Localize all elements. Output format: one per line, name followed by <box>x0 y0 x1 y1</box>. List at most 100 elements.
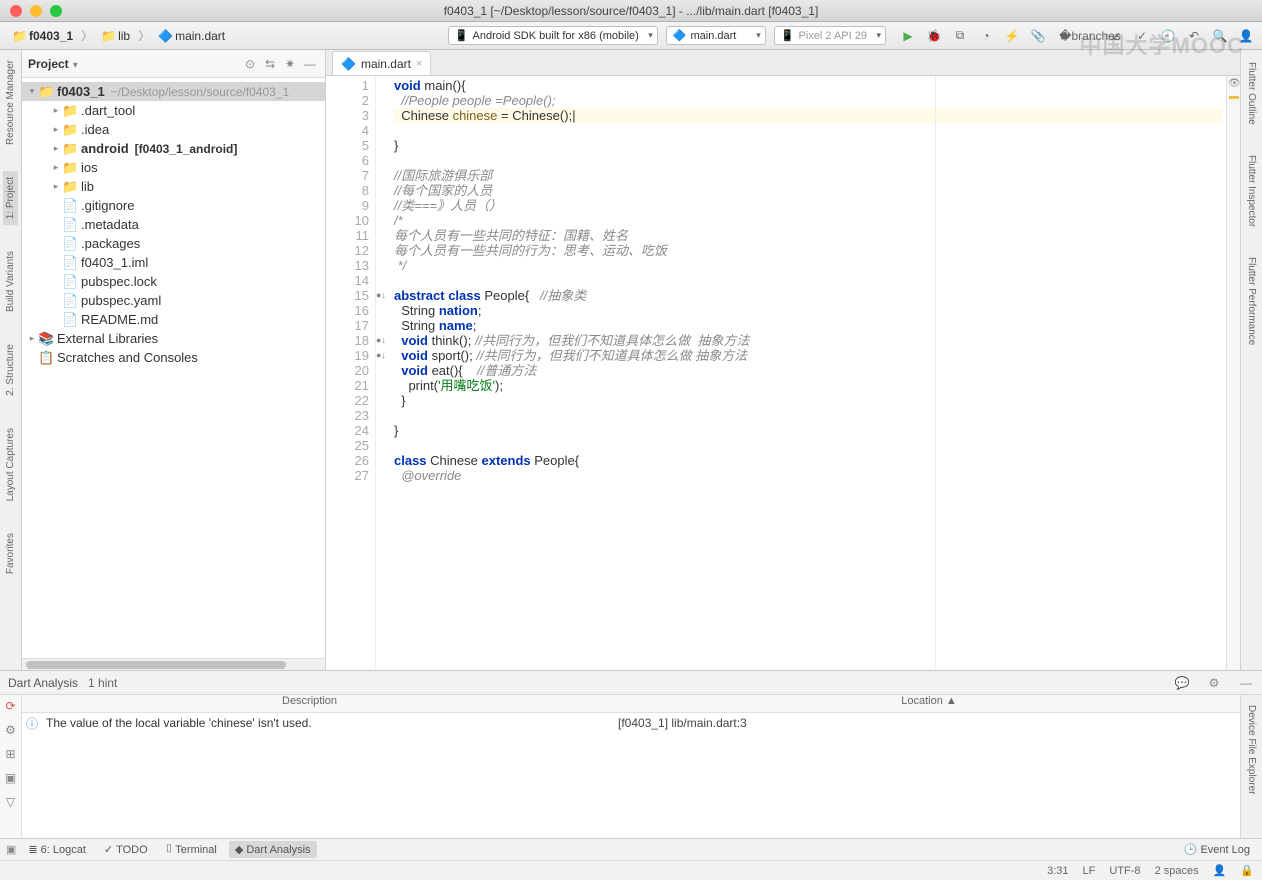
tree-item[interactable]: 📄f0403_1.iml <box>22 253 325 272</box>
tab-label: main.dart <box>361 57 411 71</box>
coverage-button[interactable]: ⧉ <box>952 28 968 44</box>
run-button[interactable]: ▶ <box>900 28 916 44</box>
inspection-icon[interactable]: 👤 <box>1213 864 1227 877</box>
resource-manager-tab[interactable]: Resource Manager <box>3 54 18 151</box>
revert-button[interactable]: ↶ <box>1186 28 1202 44</box>
update-button[interactable]: ↙ <box>1108 28 1124 44</box>
group-icon[interactable]: ⊞ <box>3 747 19 761</box>
window-title: f0403_1 [~/Desktop/lesson/source/f0403_1… <box>444 4 819 18</box>
tree-root[interactable]: ▾📁f0403_1~/Desktop/lesson/source/f0403_1 <box>22 82 325 101</box>
folder-icon: 📁 <box>101 29 115 43</box>
inspection-eye-icon[interactable]: 👁 <box>1228 78 1240 89</box>
locate-icon[interactable]: ⊙ <box>241 55 259 73</box>
tree-item[interactable]: 📄README.md <box>22 310 325 329</box>
refresh-icon[interactable]: ⟳ <box>3 699 19 713</box>
zoom-window[interactable] <box>50 5 62 17</box>
avatar-icon[interactable]: 👤 <box>1238 28 1254 44</box>
analysis-row[interactable]: ⓘThe value of the local variable 'chines… <box>22 713 1240 733</box>
structure-tab[interactable]: 2. Structure <box>3 338 18 402</box>
layout-captures-tab[interactable]: Layout Captures <box>3 422 18 507</box>
tree-item[interactable]: 📄pubspec.yaml <box>22 291 325 310</box>
attach-button[interactable]: 📎 <box>1030 28 1046 44</box>
project-panel: Project▾ ⊙ ⇆ ✷ — ▾📁f0403_1~/Desktop/less… <box>22 50 326 670</box>
gutter-marks: ●↓ ●↓●↓ <box>376 76 390 670</box>
tree-item[interactable]: ▸📁.idea <box>22 120 325 139</box>
chevron-icon: 〉 <box>81 27 93 44</box>
code-area[interactable]: 1234567891011121314151617181920212223242… <box>326 76 1240 670</box>
caret-position[interactable]: 3:31 <box>1047 865 1068 877</box>
flutter-performance-tab[interactable]: Flutter Performance <box>1244 251 1259 351</box>
breadcrumb-file[interactable]: 🔷main.dart <box>154 27 229 45</box>
col-location[interactable]: Location ▲ <box>618 695 1240 712</box>
tree-item[interactable]: 📄pubspec.lock <box>22 272 325 291</box>
device-file-explorer-tab[interactable]: Device File Explorer <box>1244 701 1259 798</box>
lock-icon[interactable]: 🔒 <box>1240 864 1254 877</box>
hide-icon[interactable]: — <box>1238 676 1254 690</box>
favorites-tab[interactable]: Favorites <box>3 527 18 580</box>
titlebar: f0403_1 [~/Desktop/lesson/source/f0403_1… <box>0 0 1262 22</box>
editor-tabs: 🔷 main.dart × <box>326 50 1240 76</box>
logcat-tab[interactable]: ≣ 6: Logcat <box>22 841 91 858</box>
tree-item[interactable]: ▸📁.dart_tool <box>22 101 325 120</box>
minimize-window[interactable] <box>30 5 42 17</box>
project-panel-header: Project▾ ⊙ ⇆ ✷ — <box>22 50 325 78</box>
warning-marker[interactable] <box>1229 96 1239 99</box>
tree-item[interactable]: 📄.gitignore <box>22 196 325 215</box>
line-ending[interactable]: LF <box>1083 865 1096 877</box>
error-stripe[interactable]: 👁 <box>1226 76 1240 670</box>
project-tree[interactable]: ▾📁f0403_1~/Desktop/lesson/source/f0403_1… <box>22 78 325 658</box>
run-config-selector[interactable]: 🔷main.dart <box>666 26 766 45</box>
filter-icon[interactable]: ▽ <box>3 795 19 809</box>
encoding[interactable]: UTF-8 <box>1109 865 1140 877</box>
project-view-selector[interactable]: Project▾ <box>28 57 78 71</box>
analysis-right-stripe: Device File Explorer <box>1240 695 1262 838</box>
autoscroll-icon[interactable]: ⚙ <box>3 723 19 737</box>
tree-external-libs[interactable]: ▸📚External Libraries <box>22 329 325 348</box>
collapse-icon[interactable]: ▣ <box>6 843 16 856</box>
horizontal-scrollbar[interactable] <box>22 658 325 670</box>
tree-item[interactable]: ▸📁lib <box>22 177 325 196</box>
toolbar: 📁f0403_1 〉 📁lib 〉 🔷main.dart 📱Android SD… <box>0 22 1262 50</box>
profile-button[interactable]: ◔ <box>978 28 994 44</box>
hide-icon[interactable]: — <box>301 55 319 73</box>
todo-tab[interactable]: ✓ TODO <box>98 841 154 858</box>
tree-item[interactable]: ▸📁android[f0403_1_android] <box>22 139 325 158</box>
build-variants-tab[interactable]: Build Variants <box>3 245 18 318</box>
event-log-tab[interactable]: 🕒 Event Log <box>1178 841 1256 858</box>
dart-analysis-tab[interactable]: ◆ Dart Analysis <box>229 841 317 858</box>
hot-reload-button[interactable]: ⚡ <box>1004 28 1020 44</box>
vcs-button[interactable]: �branches <box>1082 28 1098 44</box>
search-button[interactable]: 🔍 <box>1212 28 1228 44</box>
breadcrumb-project[interactable]: 📁f0403_1 <box>8 27 77 45</box>
history-button[interactable]: 🕘 <box>1160 28 1176 44</box>
info-icon: ⓘ <box>22 715 42 732</box>
phone-icon: 📱 <box>781 29 795 42</box>
folder-icon: 📁 <box>12 29 26 43</box>
left-tool-stripe: Resource Manager 1: Project Build Varian… <box>0 50 22 670</box>
chevron-icon: 〉 <box>138 27 150 44</box>
close-window[interactable] <box>10 5 22 17</box>
tree-item[interactable]: 📄.metadata <box>22 215 325 234</box>
code-content[interactable]: void main(){ //People people =People(); … <box>390 76 1226 670</box>
terminal-tab[interactable]: ⌷ Terminal <box>160 841 223 858</box>
debug-button[interactable]: 🐞 <box>926 28 942 44</box>
flutter-inspector-tab[interactable]: Flutter Inspector <box>1244 149 1259 233</box>
project-tab[interactable]: 1: Project <box>3 171 18 225</box>
tree-item[interactable]: ▸📁ios <box>22 158 325 177</box>
feedback-icon[interactable]: 💬 <box>1174 676 1190 690</box>
filter2-icon[interactable]: ▣ <box>3 771 19 785</box>
editor-tab-main[interactable]: 🔷 main.dart × <box>332 51 431 75</box>
expand-icon[interactable]: ⇆ <box>261 55 279 73</box>
close-tab-icon[interactable]: × <box>416 58 422 70</box>
settings-icon[interactable]: ⚙ <box>1206 676 1222 690</box>
commit-button[interactable]: ✓ <box>1134 28 1150 44</box>
flutter-outline-tab[interactable]: Flutter Outline <box>1244 56 1259 131</box>
tree-item[interactable]: 📄.packages <box>22 234 325 253</box>
breadcrumb-folder[interactable]: 📁lib <box>97 27 134 45</box>
target-selector[interactable]: 📱Pixel 2 API 29 <box>774 26 886 45</box>
indent[interactable]: 2 spaces <box>1155 865 1199 877</box>
tree-scratches[interactable]: 📋Scratches and Consoles <box>22 348 325 367</box>
settings-icon[interactable]: ✷ <box>281 55 299 73</box>
col-description[interactable]: Description <box>22 695 618 712</box>
device-selector[interactable]: 📱Android SDK built for x86 (mobile) <box>448 26 658 45</box>
